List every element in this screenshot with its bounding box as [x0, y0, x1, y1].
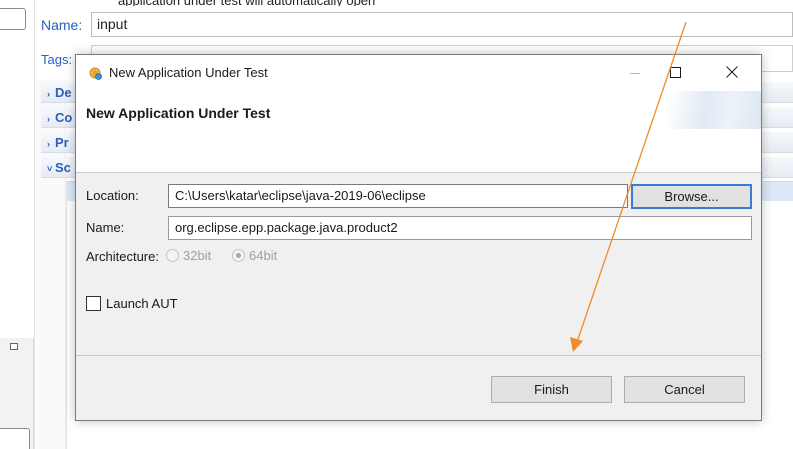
- radio-label: 32bit: [183, 248, 212, 263]
- radio-dot: [236, 253, 241, 258]
- restore-icon[interactable]: [10, 343, 18, 350]
- background-name-field[interactable]: input: [91, 12, 793, 37]
- close-button[interactable]: [710, 55, 756, 91]
- chevron-right-icon: ›: [47, 89, 50, 99]
- radio-circle: [166, 249, 179, 262]
- name-field[interactable]: org.eclipse.epp.package.java.product2: [168, 216, 752, 240]
- maximize-button[interactable]: [660, 55, 706, 91]
- minimize-button[interactable]: [612, 55, 658, 91]
- radio-circle: [232, 249, 245, 262]
- launch-aut-checkbox[interactable]: [86, 296, 101, 311]
- background-top-text: application under test will automaticall…: [118, 0, 678, 6]
- cancel-button[interactable]: Cancel: [624, 376, 745, 403]
- eclipse-aut-icon: [89, 67, 102, 80]
- background-tags-label: Tags:: [41, 52, 73, 67]
- launch-aut-label[interactable]: Launch AUT: [106, 296, 178, 311]
- divider: [66, 201, 67, 449]
- finish-button[interactable]: Finish: [491, 376, 612, 403]
- section-label: Pr: [55, 135, 69, 150]
- chevron-right-icon: ›: [47, 114, 50, 124]
- left-panel-tab-bottom[interactable]: [0, 428, 30, 449]
- section-label: Co: [55, 110, 73, 125]
- header-banner-graphic: [636, 91, 761, 129]
- arch-32bit-radio[interactable]: 32bit: [166, 248, 226, 264]
- section-label: De: [55, 85, 72, 100]
- dialog-titlebar[interactable]: New Application Under Test: [76, 55, 761, 91]
- browse-button[interactable]: Browse...: [631, 184, 752, 209]
- close-icon: [726, 66, 738, 78]
- location-field[interactable]: C:\Users\katar\eclipse\java-2019-06\ecli…: [168, 184, 628, 208]
- dialog-header-title: New Application Under Test: [86, 105, 271, 121]
- architecture-label: Architecture:: [86, 249, 159, 264]
- minimize-icon: [630, 73, 640, 74]
- background-name-label: Name:: [41, 17, 83, 33]
- chevron-right-icon: ›: [47, 139, 50, 149]
- dialog-window-title: New Application Under Test: [109, 65, 268, 80]
- new-aut-dialog: New Application Under Test New Applicati…: [75, 54, 762, 421]
- button-bar-divider: [76, 355, 761, 356]
- name-label: Name:: [86, 220, 125, 235]
- arch-64bit-radio[interactable]: 64bit: [232, 248, 292, 264]
- left-panel-tab[interactable]: [0, 8, 26, 30]
- radio-label: 64bit: [249, 248, 278, 263]
- location-label: Location:: [86, 188, 139, 203]
- section-label: Sc: [55, 160, 71, 175]
- maximize-icon: [670, 67, 681, 78]
- dialog-header: New Application Under Test: [76, 91, 761, 173]
- chevron-down-icon: ˅: [47, 164, 53, 174]
